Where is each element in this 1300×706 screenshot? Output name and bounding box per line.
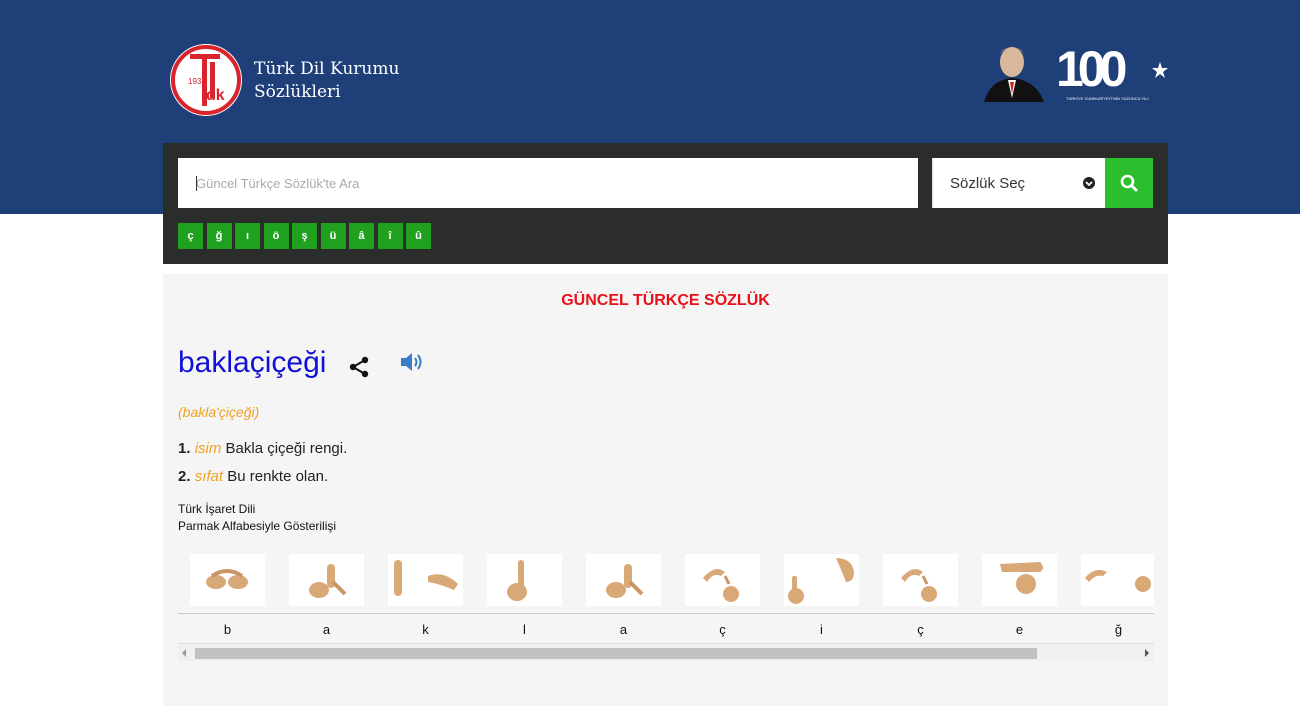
char-key[interactable]: ı [235,223,260,249]
sign-cell: e [970,550,1069,649]
hand-sign-image [586,554,661,606]
char-key[interactable]: â [349,223,374,249]
char-key[interactable]: ş [292,223,317,249]
dictionary-select-label: Sözlük Seç [950,175,1026,192]
dictionary-select[interactable]: Sözlük Seç [932,158,1105,208]
syllabification: (bakla'çiçeği) [178,404,260,420]
meaning-item: 1. isim Bakla çiçeği rengi. [178,440,347,457]
sign-cell: b [178,550,277,649]
meaning-pos[interactable]: sıfat [195,468,223,485]
sign-cell: a [277,550,376,649]
meaning-pos[interactable]: isim [195,440,222,457]
sign-cell: ğ [1069,550,1154,649]
search-panel: Sözlük Seç ç ğ ı ö ş ü â î û [163,143,1168,264]
search-button[interactable] [1105,158,1153,208]
hand-sign-image [1081,554,1154,606]
meaning-number: 2. [178,468,191,485]
char-key[interactable]: î [377,223,403,249]
hand-sign-image [388,554,463,606]
centennial-caption: TÜRKİYE CUMHURİYETİ'NİN YÜZÜNCÜ YILI [1066,96,1149,101]
centennial-logo: 100 TÜRKİYE CUMHURİYETİ'NİN YÜZÜNCÜ YILI [1056,41,1168,101]
sign-letter: ç [719,622,726,637]
sign-cell: a [574,550,673,649]
char-key[interactable]: ç [178,223,203,249]
meaning-text: Bu renkte olan. [227,468,329,485]
sign-letter: b [223,622,232,637]
tdk-logo[interactable]: 1932 dk [168,42,244,118]
sign-cell: k [376,550,475,649]
char-key[interactable]: ö [263,223,289,249]
horizontal-scrollbar[interactable] [178,644,1154,661]
char-key[interactable]: û [406,223,431,249]
hand-sign-image [883,554,958,606]
search-icon [1120,174,1138,192]
share-icon[interactable] [347,355,371,379]
sign-letter: ğ [1114,622,1123,637]
brand-line-1: Türk Dil Kurumu [254,59,400,79]
sign-letter: i [820,622,823,637]
special-char-bar: ç ğ ı ö ş ü â î û [178,223,435,249]
ataturk-portrait [980,40,1048,102]
scroll-right-arrow-icon[interactable] [1145,649,1149,657]
char-key[interactable]: ğ [206,223,232,249]
meaning-number: 1. [178,440,191,457]
search-input[interactable] [178,158,918,208]
hand-sign-image [289,554,364,606]
result-panel: GÜNCEL TÜRKÇE SÖZLÜK baklaçiçeği (bakla'… [163,274,1168,706]
hand-sign-image [487,554,562,606]
sign-cell: l [475,550,574,649]
hand-sign-image [982,554,1057,606]
brand-name[interactable]: Türk Dil Kurumu Sözlükleri [254,58,399,104]
sign-letter: a [322,622,331,637]
sign-cell: i [772,550,871,649]
sign-language-subtitle: Parmak Alfabesiyle Gösterilişi [178,519,337,533]
dictionary-title: GÜNCEL TÜRKÇE SÖZLÜK [561,292,770,309]
chevron-down-icon [1083,177,1095,189]
logo-year: 1932 [188,77,206,86]
speaker-icon[interactable] [399,351,425,373]
svg-text:dk: dk [206,87,225,104]
brand-line-2: Sözlükleri [254,82,341,102]
hand-sign-image [190,554,265,606]
sign-letter: a [619,622,628,637]
char-key[interactable]: ü [320,223,346,249]
meaning-item: 2. sıfat Bu renkte olan. [178,468,328,485]
sign-letter: ç [917,622,924,637]
sign-letter: k [422,622,429,637]
sign-letter: e [1015,622,1024,637]
meaning-text: Bakla çiçeği rengi. [225,440,348,457]
headword: baklaçiçeği [178,346,327,379]
centennial-mark: 100 [1056,41,1126,97]
sign-language-title: Türk İşaret Dili [178,502,256,516]
sign-cell: ç [673,550,772,649]
sign-letter: l [523,622,526,637]
hand-sign-image [784,554,859,606]
scrollbar-thumb[interactable] [195,648,1037,659]
sign-cell: ç [871,550,970,649]
hand-sign-image [685,554,760,606]
text-caret [196,176,197,191]
scroll-left-arrow-icon[interactable] [182,649,186,657]
